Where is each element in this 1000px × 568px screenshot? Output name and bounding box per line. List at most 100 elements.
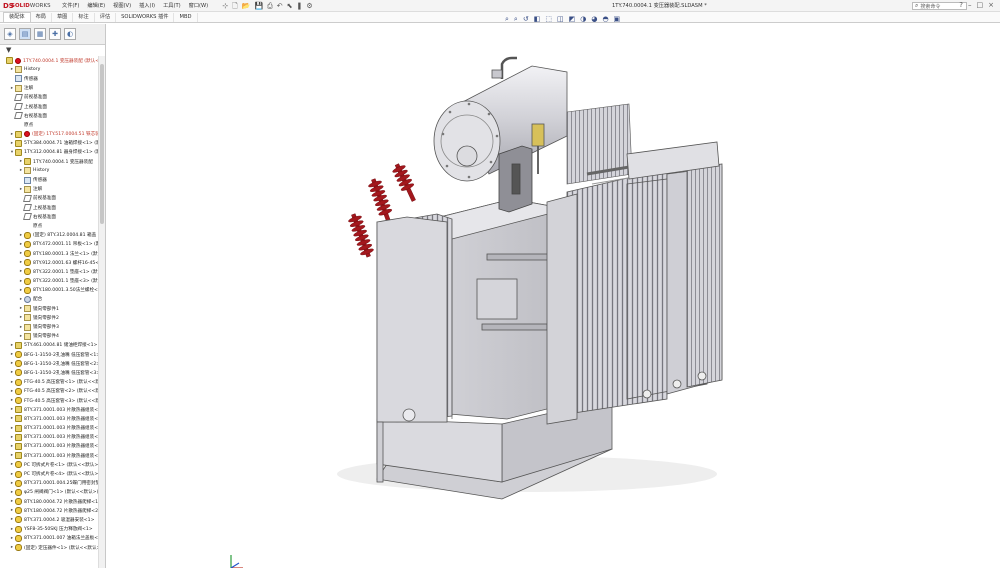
solidworks-logo[interactable]: DS SOLIDWORKS xyxy=(0,0,58,12)
tree-item[interactable]: ▸ 8TY.322.0001.1 垫座<1> (默认) xyxy=(0,267,98,276)
tree-item[interactable]: ▸ 注解 xyxy=(0,185,98,194)
save-icon[interactable]: 💾 xyxy=(254,1,263,11)
tree-item[interactable]: 原点 xyxy=(0,120,98,129)
scrollbar-thumb[interactable] xyxy=(100,64,104,224)
command-tab[interactable]: 标注 xyxy=(73,12,95,22)
tree-item[interactable]: ▸ 8TY.180.0001.3 法兰<1> (默认) xyxy=(0,249,98,258)
edit-appearance-icon[interactable]: ◕ xyxy=(591,15,597,23)
print-icon[interactable]: ⎙ xyxy=(267,1,273,11)
open-icon[interactable]: 📂 xyxy=(242,1,251,11)
tree-item[interactable]: 1TY.740.0004.1 变压器装配 (默认<显示状态-1>) xyxy=(0,56,98,65)
tree-item[interactable]: ▸ 8TY.371.0001.007 油箱法兰盖板<1> xyxy=(0,534,98,543)
menu-item[interactable]: 视图(V) xyxy=(109,2,135,9)
minimize-icon[interactable]: – xyxy=(968,1,972,9)
tree-item[interactable]: ▸ History xyxy=(0,166,98,175)
tree-item[interactable]: 前视基准面 xyxy=(0,93,98,102)
tree-item[interactable]: ▸ 8TY.371.0001.003 片散热器组装<4> xyxy=(0,433,98,442)
options-icon[interactable]: ⚙ xyxy=(306,1,312,11)
tree-item[interactable]: 上视基准面 xyxy=(0,203,98,212)
menu-item[interactable]: 窗口(W) xyxy=(185,2,213,9)
apply-scene-icon[interactable]: ◓ xyxy=(602,15,608,23)
hide-show-icon[interactable]: ◑ xyxy=(580,15,586,23)
tree-item[interactable]: ▸FTG-40.5 高压套管<1> (默认<<默认>) xyxy=(0,378,98,387)
graphics-area[interactable] xyxy=(107,24,1000,568)
rebuild-icon[interactable]: ❚ xyxy=(297,1,303,11)
tree-scrollbar[interactable] xyxy=(98,56,105,568)
tree-item[interactable]: 右视基准面 xyxy=(0,111,98,120)
tree-item[interactable]: ▸FTG-40.5 高压套管<2> (默认<<默认>) xyxy=(0,387,98,396)
tree-item[interactable]: ▸ BFG-1-3150-2孔油嘴 低压套管<1> xyxy=(0,350,98,359)
select-icon[interactable]: ⬉ xyxy=(287,1,293,11)
tree-item[interactable]: ▸ 注解 xyxy=(0,84,98,93)
menu-item[interactable]: 插入(I) xyxy=(135,2,159,9)
display-style-icon[interactable]: ◩ xyxy=(569,15,576,23)
tree-item[interactable]: ▸5TY.461.0004.81 储油柜焊接<1> (默认) xyxy=(0,341,98,350)
command-tab[interactable]: 装配体 xyxy=(3,12,31,22)
zoom-area-icon[interactable]: ⌕ xyxy=(514,15,518,23)
view-orientation-icon[interactable]: ◫ xyxy=(557,15,564,23)
tree-item[interactable]: ▸ 8TY.180.0004.72 片散热器爬梯<2> xyxy=(0,506,98,515)
tree-item[interactable]: ▸ 8TY.371.0001.003 片散热器组装<6> xyxy=(0,451,98,460)
tree-item[interactable]: ▸ YSF8-35-50SKJ 压力释放阀<1> xyxy=(0,525,98,534)
tree-item[interactable]: ▸ History xyxy=(0,65,98,74)
tree-item[interactable]: ▸ 8TY.180.0001.3.50法兰螺栓<1> xyxy=(0,286,98,295)
zoom-fit-icon[interactable]: ⌕ xyxy=(505,15,509,23)
help-icon[interactable]: ? xyxy=(959,1,963,9)
tree-item[interactable]: ▸(固定) 1TY.517.0004.51 铁芯装配<1> xyxy=(0,130,98,139)
section-view-icon[interactable]: ◧ xyxy=(534,15,541,23)
tree-item[interactable]: ▸8TY.912.0001.63 螺杆16-45<1> xyxy=(0,258,98,267)
tree-item[interactable]: ▸ 8TY.180.0004.72 片散热器爬梯<1> xyxy=(0,497,98,506)
tree-item[interactable]: ▸ 8TY.371.0001.003 片散热器组装<2> xyxy=(0,414,98,423)
configurationmanager-tab-icon[interactable]: ▦ xyxy=(34,28,46,40)
command-tab[interactable]: MBD xyxy=(174,12,198,22)
dimxpert-tab-icon[interactable]: ✚ xyxy=(49,28,61,40)
tree-item[interactable]: ▸ BFG-1-3150-2孔油嘴 低压套管<3> xyxy=(0,368,98,377)
tree-item[interactable]: ▸ 8TY.371.0004.2 吸湿器安装<1> xyxy=(0,515,98,524)
tree-item[interactable]: ▸ 8TY.371.0001.004.25蝶门用密封垫 xyxy=(0,479,98,488)
tree-item[interactable]: ▸8TY.472.0001.11 吊板<1> (默认) xyxy=(0,240,98,249)
restore-icon[interactable]: □ xyxy=(977,1,984,9)
close-icon[interactable]: × xyxy=(988,1,994,9)
menu-item[interactable]: 编辑(E) xyxy=(83,2,109,9)
tree-item[interactable]: 上视基准面 xyxy=(0,102,98,111)
undo-icon[interactable]: ↶ xyxy=(277,1,283,11)
pin-icon[interactable]: ⊹ xyxy=(222,1,228,11)
tree-item[interactable]: ▸FTG-40.5 高压套管<3> (默认<<默认>) xyxy=(0,396,98,405)
tree-item[interactable]: ▸ 镜向零部件2 xyxy=(0,313,98,322)
propertymanager-tab-icon[interactable]: ▤ xyxy=(19,28,31,40)
transformer-model[interactable] xyxy=(107,24,1000,568)
tree-item[interactable]: ▸ 8TY.371.0001.003 片散热器组装<1> xyxy=(0,405,98,414)
tree-item[interactable]: ▸ 镜向零部件4 xyxy=(0,332,98,341)
filter-icon[interactable]: ▼ xyxy=(0,45,105,54)
tree-item[interactable]: ▸ 镜向零部件3 xyxy=(0,322,98,331)
tree-item[interactable]: ▸ BFG-1-3150-2孔油嘴 低压套管<2> xyxy=(0,359,98,368)
command-tab[interactable]: 布局 xyxy=(31,12,52,22)
tree-item[interactable]: 右视基准面 xyxy=(0,212,98,221)
tree-item[interactable]: ▸ 1TY.740.0004.1 变压器装配 xyxy=(0,157,98,166)
previous-view-icon[interactable]: ↺ xyxy=(523,15,529,23)
new-icon[interactable]: 🗋 xyxy=(232,1,238,11)
tree-item[interactable]: 传感器 xyxy=(0,74,98,83)
tree-item[interactable]: ▸ 8TY.371.0001.003 片散热器组装<5> xyxy=(0,442,98,451)
tree-item[interactable]: ▸ (固定) 定压器件<1> (默认<<默认>) xyxy=(0,543,98,552)
tree-item[interactable]: ▸ 镜向零部件1 xyxy=(0,304,98,313)
view-settings-icon[interactable]: ▣ xyxy=(614,15,621,23)
featuremanager-tab-icon[interactable]: ◈ xyxy=(4,28,16,40)
command-tab[interactable]: 评估 xyxy=(95,12,117,22)
tree-item[interactable]: ▸ 配合 xyxy=(0,295,98,304)
tree-item[interactable]: 传感器 xyxy=(0,175,98,184)
tree-item[interactable]: ▾1TY.312.0004.81 器身焊接<1> (默认) xyxy=(0,148,98,157)
tree-item[interactable]: ▸ (固定) 8TY.312.0004.81 箱盖 xyxy=(0,231,98,240)
tree-item[interactable]: ▸ PC 可拆式片卷<1> (默认<<默认>) xyxy=(0,460,98,469)
tree-item[interactable]: 原点 xyxy=(0,221,98,230)
command-tab[interactable]: 草图 xyxy=(52,12,74,22)
tree-item[interactable]: ▸5TY.384.0004.71 油箱焊接<1> (默认) xyxy=(0,139,98,148)
tree-item[interactable]: ▸ 8TY.322.0001.1 垫座<3> (默认) xyxy=(0,277,98,286)
display-manager-tab-icon[interactable]: ◐ xyxy=(64,28,76,40)
tree-item[interactable]: 前视基准面 xyxy=(0,194,98,203)
dynamic-annotation-icon[interactable]: ⬚ xyxy=(545,15,552,23)
tree-item[interactable]: ▸ PC 可拆式片卷<4> (默认<<默认>) xyxy=(0,469,98,478)
command-tab[interactable]: SOLIDWORKS 插件 xyxy=(116,12,175,22)
menu-item[interactable]: 工具(T) xyxy=(159,2,185,9)
tree-item[interactable]: ▸ 8TY.371.0001.003 片散热器组装<3> xyxy=(0,424,98,433)
